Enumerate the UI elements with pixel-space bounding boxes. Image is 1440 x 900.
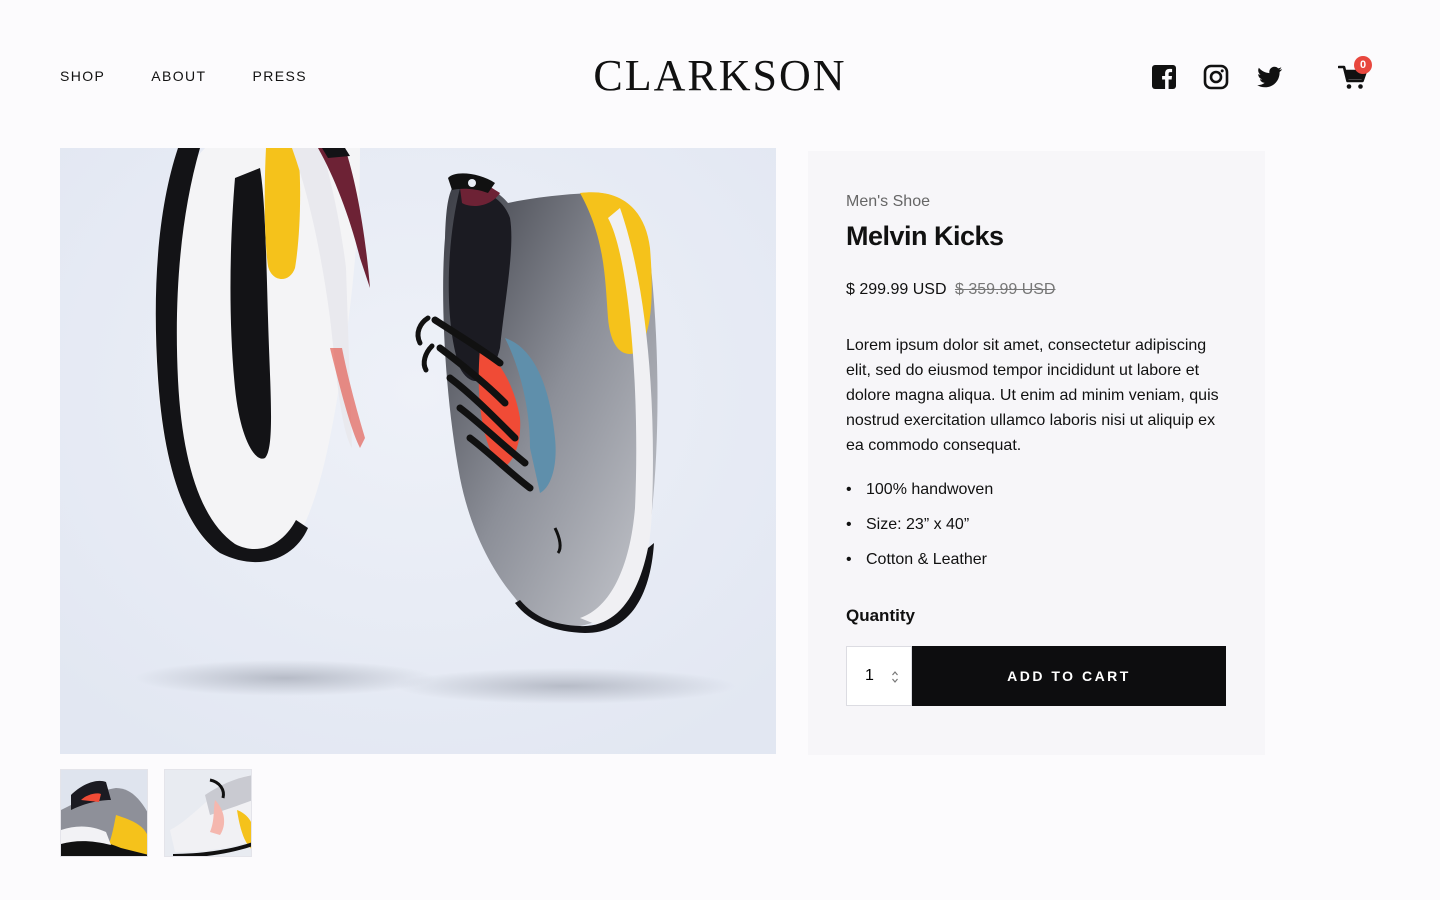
- product-compare-price: $ 359.99 USD: [954, 281, 1056, 298]
- product-price: $ 299.99 USD: [846, 281, 947, 298]
- quantity-stepper[interactable]: [846, 646, 912, 706]
- quantity-input[interactable]: [865, 667, 889, 685]
- nav-shop[interactable]: SHOP: [60, 68, 105, 84]
- feature-item: Cotton & Leather: [846, 549, 993, 584]
- product-main-image: [60, 148, 776, 754]
- site-header: SHOP ABOUT PRESS CLARKSON 0: [0, 0, 1440, 150]
- feature-item: Size: 23” x 40”: [846, 514, 993, 549]
- product-title: Melvin Kicks: [846, 221, 1004, 251]
- thumbnail-1[interactable]: [60, 769, 148, 857]
- instagram-icon[interactable]: [1202, 63, 1230, 91]
- product-thumbnails: [60, 769, 252, 857]
- product-info-panel: Men's Shoe Melvin Kicks $ 299.99 USD $ 3…: [808, 151, 1265, 755]
- brand-logo[interactable]: CLARKSON: [560, 50, 880, 101]
- twitter-icon[interactable]: [1254, 63, 1284, 91]
- price-row: $ 299.99 USD $ 359.99 USD: [846, 281, 1055, 299]
- sneaker-thumbnail-image: [61, 770, 147, 856]
- add-to-cart-button[interactable]: ADD TO CART: [912, 646, 1226, 706]
- nav-about[interactable]: ABOUT: [151, 68, 206, 84]
- feature-text: Cotton & Leather: [866, 551, 987, 568]
- cart-count-badge: 0: [1354, 56, 1372, 74]
- facebook-icon[interactable]: [1150, 63, 1178, 91]
- cart-button[interactable]: 0: [1337, 56, 1372, 92]
- feature-item: 100% handwoven: [846, 479, 993, 514]
- main-nav: SHOP ABOUT PRESS: [60, 68, 307, 84]
- feature-text: 100% handwoven: [866, 481, 994, 498]
- sneakers-photo: [60, 148, 776, 754]
- sneaker-thumbnail-image: [165, 770, 251, 856]
- product-description: Lorem ipsum dolor sit amet, consectetur …: [846, 337, 1219, 454]
- product-features: 100% handwoven Size: 23” x 40” Cotton & …: [846, 479, 993, 584]
- product-category: Men's Shoe: [846, 193, 930, 210]
- spinner-arrows-icon[interactable]: [891, 669, 899, 685]
- feature-text: Size: 23” x 40”: [866, 516, 970, 533]
- quantity-label: Quantity: [846, 606, 915, 625]
- social-links: [1150, 63, 1284, 91]
- thumbnail-2[interactable]: [164, 769, 252, 857]
- nav-press[interactable]: PRESS: [253, 68, 307, 84]
